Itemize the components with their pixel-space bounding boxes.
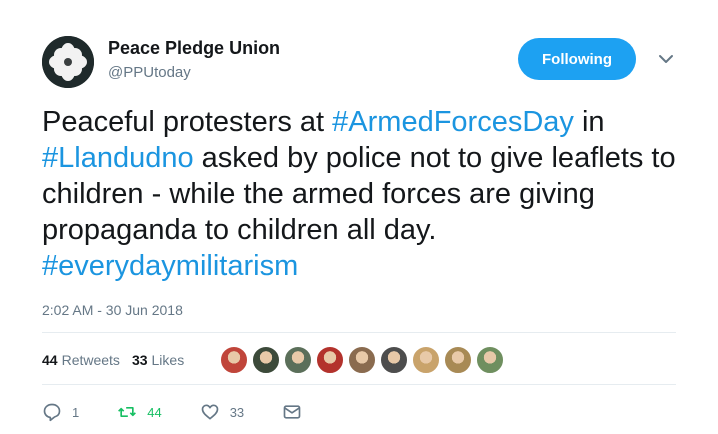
envelope-icon [283,405,301,419]
tweet-text-segment: in [573,106,605,138]
reply-button[interactable]: 1 [42,402,79,422]
tweet-text-segment: Peaceful protesters at [42,106,333,138]
like-button[interactable]: 33 [200,402,244,422]
retweet-icon [118,407,137,417]
hashtag-link[interactable]: #Llandudno [42,142,194,174]
retweet-count: 44 [147,404,162,420]
liker-avatar[interactable] [444,346,472,374]
likes-label: Likes [151,352,185,368]
retweet-button[interactable]: 44 [117,402,162,422]
tweet-actions: 1 44 33 [42,402,350,422]
avatar[interactable] [42,36,94,88]
reply-count: 1 [72,404,80,420]
hashtag-link[interactable]: #everydaymilitarism [42,250,298,282]
like-count: 33 [229,404,245,420]
liker-avatar[interactable] [476,346,504,374]
liker-avatar[interactable] [252,346,280,374]
liker-avatar[interactable] [220,346,248,374]
chevron-down-icon[interactable] [658,52,674,64]
liker-avatar[interactable] [284,346,312,374]
liker-avatar[interactable] [316,346,344,374]
tweet-timestamp[interactable]: 2:02 AM - 30 Jun 2018 [42,302,183,318]
hashtag-link[interactable]: #ArmedForcesDay [332,106,574,138]
liker-avatar[interactable] [380,346,408,374]
reply-icon [43,403,61,422]
liker-avatar[interactable] [348,346,376,374]
liker-avatar[interactable] [412,346,440,374]
following-button[interactable]: Following [518,38,636,80]
likes-count: 33 [131,352,148,368]
divider [42,384,676,385]
direct-message-button[interactable] [282,402,312,422]
retweets-label: Retweets [61,352,120,368]
heart-icon [201,404,219,420]
retweets-count: 44 [42,352,58,368]
retweets-stat[interactable]: 44 Retweets [42,352,120,368]
likes-stat[interactable]: 33 Likes [132,352,184,368]
divider [42,332,676,333]
liker-avatars [220,346,504,374]
tweet-stats: 44 Retweets 33 Likes [42,352,184,368]
poppy-logo-icon [42,36,94,88]
tweet-text: Peaceful protesters at #ArmedForcesDay i… [42,104,682,284]
author-handle[interactable]: @PPUtoday [108,64,191,81]
author-name[interactable]: Peace Pledge Union [108,38,280,59]
